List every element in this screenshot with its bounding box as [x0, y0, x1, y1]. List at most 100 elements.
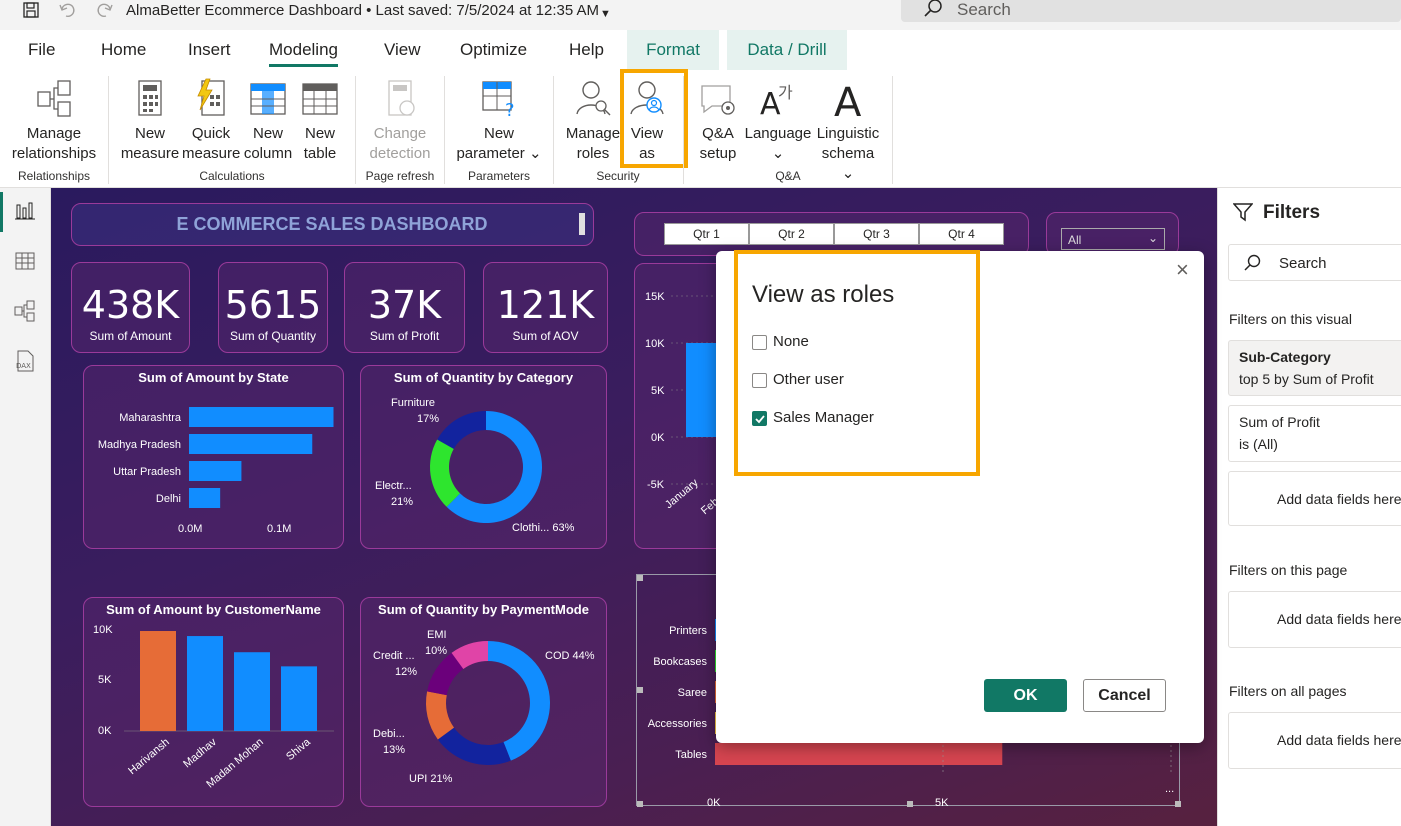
svg-text:A: A [834, 80, 862, 120]
ribbon-separator [108, 76, 109, 184]
chevron-down-icon: ⌄ [1147, 231, 1158, 245]
subcat-x-tick: 0K [707, 797, 721, 809]
change-detection-button[interactable]: Change detection [364, 78, 436, 164]
slicer-dropdown[interactable]: All ⌄ [1061, 228, 1165, 250]
label-emi-pct: 10% [425, 645, 448, 657]
redo-icon[interactable] [94, 1, 114, 19]
customer-y-tick: 10K [93, 624, 113, 636]
undo-icon[interactable] [58, 1, 78, 19]
svg-text:가: 가 [778, 83, 793, 102]
state-bar [189, 488, 221, 508]
ribbon-separator [683, 76, 684, 184]
state-chart: Sum of Amount by State Maharashtra Madhya… [83, 365, 344, 549]
manage-roles-button[interactable]: Manage roles [562, 78, 624, 164]
new-parameter-button[interactable]: ? New parameter ⌄ [454, 78, 544, 164]
monthly-y-tick: 10K [645, 338, 665, 350]
tab-view[interactable]: View [384, 40, 421, 60]
report-view-icon[interactable] [14, 200, 36, 222]
state-chart-plot: Maharashtra Madhya Pradesh Uttar Pradesh De… [98, 407, 334, 508]
new-measure-button[interactable]: New measure [118, 78, 182, 164]
manage-relationships-button[interactable]: Manage relationships [8, 78, 100, 164]
save-icon[interactable] [22, 1, 40, 19]
label-electronics: Electr... [375, 480, 412, 492]
group-calculations: Calculations [199, 169, 265, 183]
slicer-qtr2[interactable]: Qtr 2 [749, 223, 834, 245]
resize-handle [637, 801, 643, 807]
quick-measure-button[interactable]: Quick measure [182, 78, 240, 164]
search-box[interactable]: Search [901, 0, 1401, 22]
dashboard-title: E COMMERCE SALES DASHBOARD [176, 214, 488, 234]
state-category-label: Madhya Pradesh [98, 439, 181, 451]
monthly-chart: 15K 10K 5K 0K -5K January Feb [634, 263, 730, 549]
customer-category-label: Madhav [181, 736, 219, 771]
customer-bar [234, 652, 270, 731]
subcategory-label: Saree [678, 687, 707, 699]
title-dropdown-icon[interactable]: ▼ [600, 8, 611, 20]
resize-handle [907, 801, 913, 807]
slicer-qtr3[interactable]: Qtr 3 [834, 223, 919, 245]
tab-home[interactable]: Home [101, 40, 146, 60]
state-bar [189, 434, 313, 454]
label-furniture-pct: 17% [417, 413, 440, 425]
manage-roles-icon [576, 81, 611, 116]
label-credit: Credit ... [373, 650, 415, 662]
resize-handle [637, 575, 643, 581]
customer-bar [140, 631, 176, 731]
payment-donut [426, 641, 550, 765]
label-credit-pct: 12% [395, 666, 418, 678]
svg-text:?: ? [505, 100, 515, 120]
subcategory-label: Printers [669, 625, 707, 637]
resize-handle [1175, 801, 1181, 807]
filters-on-page-label: Filters on this page [1229, 562, 1348, 578]
search-icon [924, 0, 942, 17]
dax-query-view-icon[interactable]: DAX [14, 350, 36, 372]
subcategory-label: Accessories [648, 718, 708, 730]
kpi-card: 438K Sum of Amount [71, 262, 190, 353]
customer-bar [187, 636, 223, 731]
label-debit: Debi... [373, 728, 405, 740]
table-view-icon[interactable] [14, 250, 36, 272]
tab-format[interactable]: Format [627, 30, 719, 70]
language-button[interactable]: A가 Language ⌄ [742, 78, 814, 164]
label-clothing: Clothi... 63% [512, 522, 575, 534]
language-icon: A가 [760, 83, 793, 120]
model-view-icon[interactable] [14, 300, 36, 322]
window-title: AlmaBetter Ecommerce Dashboard • Last sa… [126, 2, 600, 19]
new-column-icon [250, 83, 286, 115]
add-fields-visual[interactable]: Add data fields here [1228, 471, 1401, 526]
add-fields-page[interactable]: Add data fields here [1228, 591, 1401, 648]
ok-button[interactable]: OK [984, 679, 1067, 712]
label-upi: UPI 21% [409, 773, 453, 785]
qa-setup-button[interactable]: Q&A setup [694, 78, 742, 164]
filters-search-input[interactable]: Search [1228, 244, 1401, 281]
filter-card-subcategory[interactable]: Sub-Category top 5 by Sum of Profit [1228, 340, 1401, 396]
customer-y-tick: 5K [98, 674, 112, 686]
ribbon-separator [553, 76, 554, 184]
new-table-icon [302, 83, 338, 115]
linguistic-schema-icon: A [834, 80, 862, 120]
monthly-y-tick: 0K [651, 432, 665, 444]
tab-modeling[interactable]: Modeling [269, 40, 338, 67]
tab-file[interactable]: File [28, 40, 55, 60]
add-fields-all[interactable]: Add data fields here [1228, 712, 1401, 769]
close-icon[interactable]: × [1176, 257, 1189, 283]
group-qa: Q&A [775, 169, 801, 183]
tab-data-drill[interactable]: Data / Drill [727, 30, 847, 70]
tab-insert[interactable]: Insert [188, 40, 231, 60]
filter-card-profit[interactable]: Sum of Profit is (All) [1228, 405, 1401, 462]
customer-chart: Sum of Amount by CustomerName Harivansh M… [83, 597, 344, 807]
more-options-icon[interactable]: ... [1165, 783, 1174, 795]
group-page-refresh: Page refresh [365, 169, 435, 183]
slicer-qtr4[interactable]: Qtr 4 [919, 223, 1004, 245]
tab-optimize[interactable]: Optimize [460, 40, 527, 60]
new-column-button[interactable]: New column [240, 78, 296, 164]
tab-help[interactable]: Help [569, 40, 604, 60]
monthly-y-tick: 15K [645, 291, 665, 303]
new-table-button[interactable]: New table [296, 78, 344, 164]
filters-title: Filters [1263, 202, 1321, 223]
cancel-button[interactable]: Cancel [1083, 679, 1166, 712]
category-slice [430, 439, 461, 507]
kpi-card: 37K Sum of Profit [344, 262, 465, 353]
slicer-qtr1[interactable]: Qtr 1 [664, 223, 749, 245]
monthly-y-tick: -5K [647, 479, 665, 491]
